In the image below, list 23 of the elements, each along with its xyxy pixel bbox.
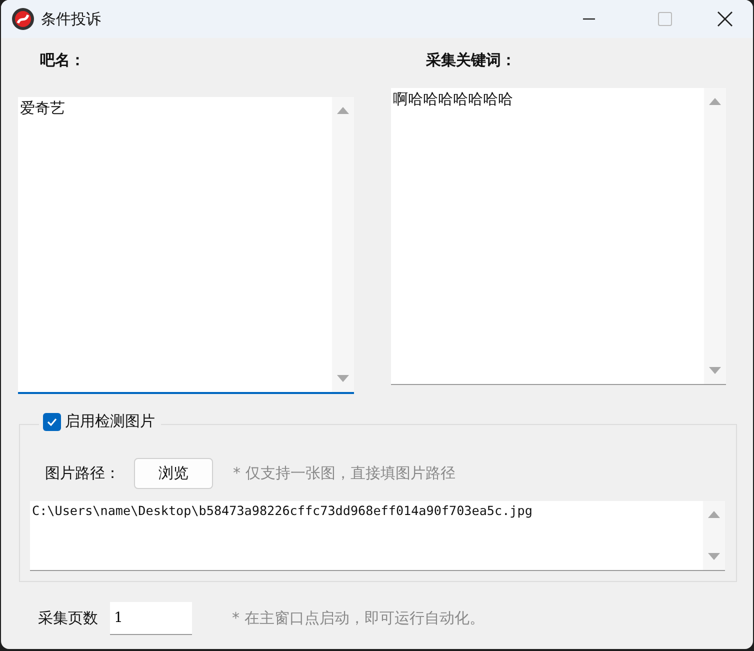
scroll-up-icon[interactable]: [708, 509, 720, 519]
check-icon: [46, 416, 58, 428]
scroll-down-icon[interactable]: [337, 374, 349, 384]
keywords-field[interactable]: 啊哈哈哈哈哈哈哈: [391, 88, 726, 385]
app-logo-icon: [11, 7, 35, 31]
window-title: 条件投诉: [41, 10, 101, 28]
keywords-label: 采集关键词：: [426, 50, 517, 70]
checkbox[interactable]: [43, 412, 61, 430]
maximize-icon[interactable]: [657, 11, 673, 27]
path-hint: * 仅支持一张图，直接填图片路径: [233, 464, 456, 483]
scroll-down-icon[interactable]: [708, 552, 720, 562]
pages-input[interactable]: 1: [110, 602, 192, 635]
scroll-up-icon[interactable]: [709, 96, 721, 106]
browse-button[interactable]: 浏览: [134, 458, 213, 489]
run-hint: * 在主窗口点启动，即可运行自动化。: [232, 609, 484, 628]
scroll-down-icon[interactable]: [709, 366, 721, 376]
path-label: 图片路径：: [45, 464, 120, 483]
name-label: 吧名：: [40, 50, 86, 70]
pages-label: 采集页数: [38, 609, 98, 628]
scroll-up-icon[interactable]: [337, 105, 349, 115]
path-field[interactable]: C:\Users\name\Desktop\b58473a98226cffc73dd968eff014a90f703ea5c.jpg: [30, 501, 725, 571]
close-icon[interactable]: [717, 11, 733, 27]
name-field[interactable]: 爱奇艺: [18, 97, 354, 394]
